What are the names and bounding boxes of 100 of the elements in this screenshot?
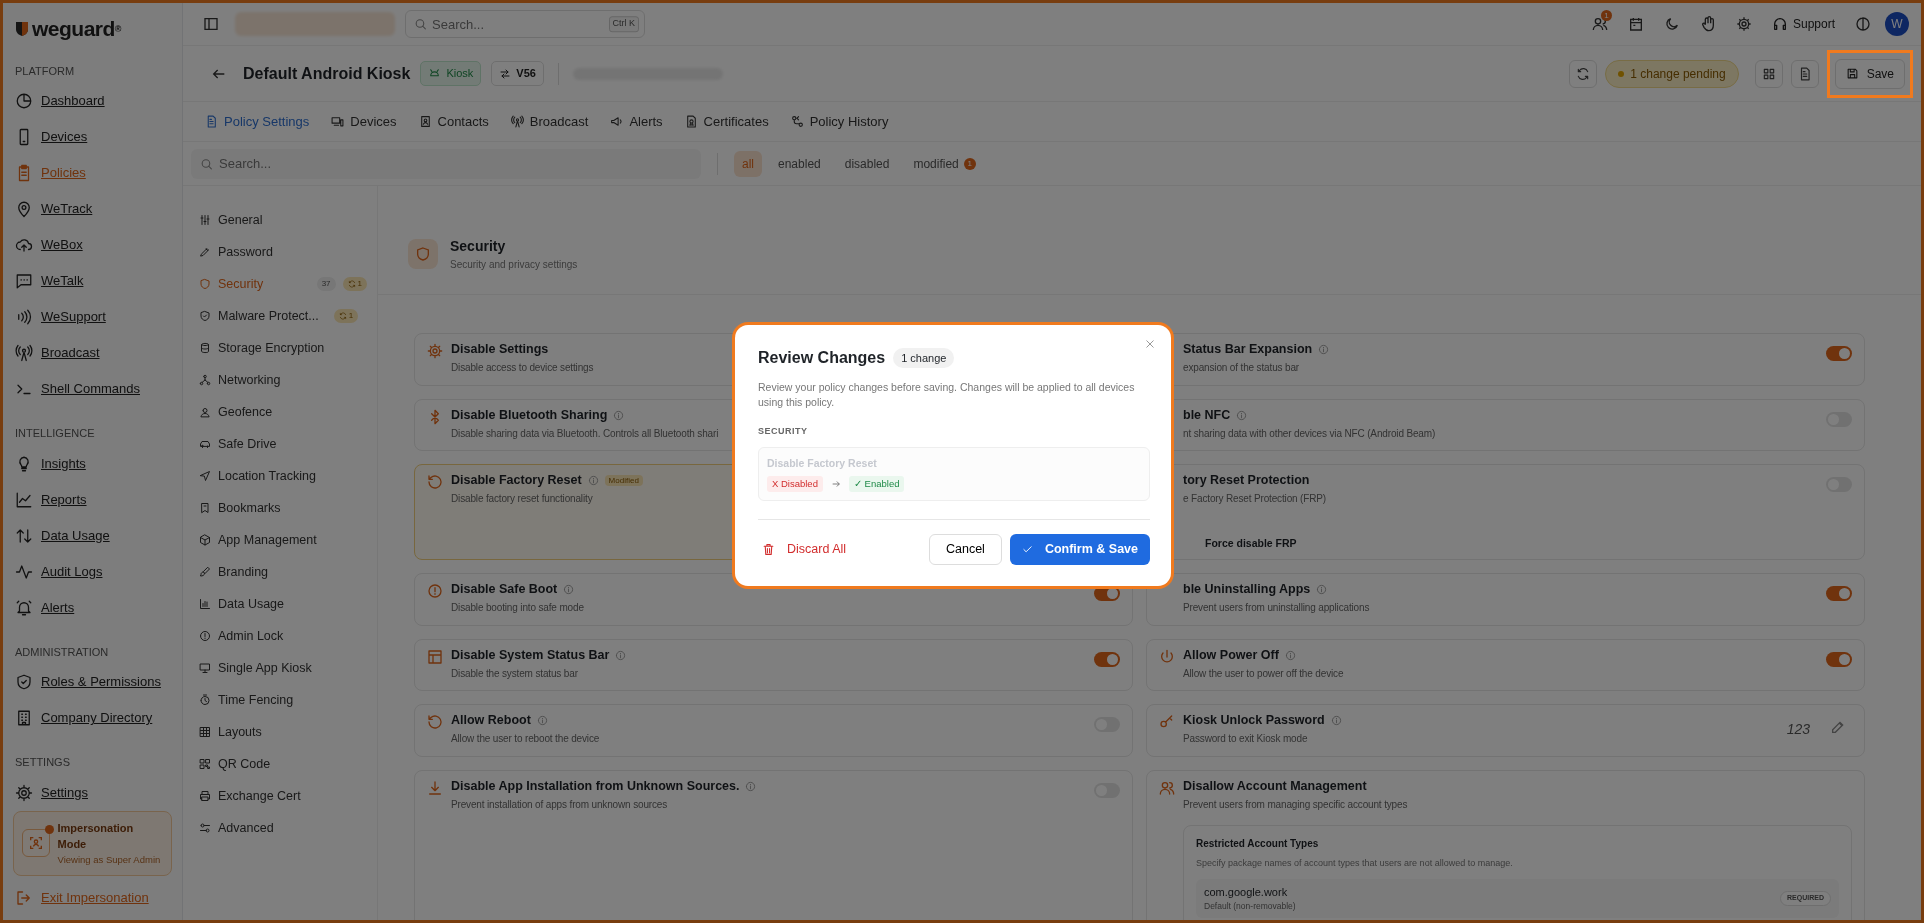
- settings-nav-item[interactable]: Security 37 1: [199, 268, 367, 300]
- modified-badge: Modified: [604, 474, 643, 487]
- history-icon: [790, 115, 804, 128]
- settings-nav-item[interactable]: Exchange Cert: [199, 780, 367, 812]
- building-icon: [15, 709, 33, 727]
- toggle-switch[interactable]: [1826, 586, 1852, 602]
- settings-nav-item[interactable]: Bookmarks: [199, 492, 367, 524]
- logo[interactable]: weguard$^{®}$: [11, 13, 174, 45]
- pending-changes-badge: 1 change pending: [1605, 59, 1739, 88]
- toggles-icon: [199, 822, 211, 834]
- settings-nav-item[interactable]: Branding: [199, 556, 367, 588]
- document-icon: [205, 115, 218, 128]
- search-icon: [200, 157, 213, 170]
- sidebar-item[interactable]: Shell Commands: [11, 371, 144, 407]
- settings-nav-item[interactable]: Time Fencing: [199, 684, 367, 716]
- grid-icon: [199, 726, 211, 738]
- section-heading: SETTINGS: [15, 755, 71, 770]
- sidebar-item[interactable]: WeTrack: [11, 191, 97, 227]
- settings-nav-item[interactable]: Networking: [199, 364, 367, 396]
- policy-title: Disable Settings: [451, 342, 549, 357]
- cancel-button[interactable]: Cancel: [929, 533, 1002, 565]
- filter-tab[interactable]: disabled: [836, 150, 898, 177]
- sidebar-item[interactable]: Alerts: [11, 589, 79, 626]
- refresh-button[interactable]: [1569, 59, 1598, 88]
- grid-button[interactable]: [1754, 59, 1783, 88]
- nav-label: Malware Protect...: [218, 307, 319, 325]
- settings-nav-item[interactable]: Storage Encryption: [199, 332, 367, 364]
- password-value: 123: [1786, 720, 1810, 740]
- nav-label: Storage Encryption: [218, 339, 325, 357]
- headset-icon: [1771, 16, 1788, 32]
- filter-tab[interactable]: modified 1: [905, 150, 984, 177]
- tab[interactable]: Devices: [331, 111, 397, 132]
- option-label: Force disable FRP: [1204, 535, 1298, 551]
- sidebar-item[interactable]: Policies: [11, 155, 90, 191]
- search-field[interactable]: Search...: [191, 148, 701, 179]
- sidebar-item[interactable]: Broadcast: [11, 335, 104, 371]
- tab[interactable]: Policy Settings: [205, 111, 310, 132]
- discard-all-button[interactable]: Discard All: [758, 535, 851, 563]
- sidebar-item[interactable]: Devices: [11, 119, 92, 155]
- logout-icon: [15, 889, 33, 907]
- settings-nav-item[interactable]: Safe Drive: [199, 428, 367, 460]
- settings-nav-item[interactable]: Advanced: [199, 812, 367, 844]
- sidebar-item[interactable]: Audit Logs: [11, 553, 107, 590]
- document-button[interactable]: [1790, 59, 1819, 88]
- sidebar-item[interactable]: WeTalk: [11, 263, 88, 299]
- policy-description: Disable factory reset functionality: [451, 492, 593, 506]
- settings-nav-item[interactable]: Geofence: [199, 396, 367, 428]
- close-icon[interactable]: [1144, 338, 1156, 350]
- toggle-switch[interactable]: [1826, 346, 1852, 361]
- nav-label: Time Fencing: [218, 691, 294, 709]
- sidebar-item[interactable]: WeBox: [11, 227, 87, 263]
- network-icon: [199, 374, 211, 386]
- sidebar-item[interactable]: Insights: [11, 445, 90, 482]
- users-icon: [1159, 779, 1175, 796]
- confirm-save-button[interactable]: Confirm & Save: [1009, 533, 1150, 565]
- count-badge: 37: [316, 277, 336, 291]
- section-heading: PLATFORM: [15, 63, 76, 79]
- support-button[interactable]: Support: [1765, 14, 1841, 34]
- users-button[interactable]: 1: [1585, 10, 1614, 38]
- sidebar-item[interactable]: Roles & Permissions: [11, 664, 165, 700]
- tab[interactable]: Contacts: [418, 111, 489, 132]
- settings-nav-item[interactable]: Malware Protect... 1: [199, 300, 367, 332]
- sidebar-item[interactable]: Reports: [11, 481, 91, 518]
- sidebar-item[interactable]: WeSupport: [11, 299, 110, 335]
- policy-description: Disable access to device settings: [451, 361, 594, 375]
- sidebar-item[interactable]: Company Directory: [11, 700, 157, 736]
- bar-chart-icon: [199, 598, 211, 610]
- nav-label: App Management: [218, 531, 317, 549]
- dialog-description: Review your policy changes before saving. Changes will be applied to all devices using this policy.: [758, 380, 1136, 410]
- exit-impersonation-link[interactable]: Exit Impersonation: [11, 876, 153, 920]
- policy-title: Disable Safe Boot: [451, 582, 558, 598]
- swap-icon: [499, 67, 512, 80]
- settings-nav-item[interactable]: App Management: [199, 524, 367, 556]
- policy-description: Prevent users from uninstalling applications: [1183, 601, 1370, 616]
- settings-nav-item[interactable]: Location Tracking: [199, 460, 367, 492]
- changes-badge: 1: [342, 277, 367, 291]
- monitor-icon: [199, 662, 211, 674]
- sidebar-item[interactable]: Settings: [11, 774, 92, 811]
- tab[interactable]: Broadcast: [510, 111, 589, 132]
- tab[interactable]: Policy History: [790, 111, 889, 132]
- bell-icon: [15, 598, 33, 617]
- settings-nav-item[interactable]: Admin Lock: [199, 620, 367, 652]
- toggle-switch[interactable]: [1094, 651, 1120, 667]
- settings-nav-item[interactable]: Password: [199, 236, 367, 268]
- sidebar-item[interactable]: Data Usage: [11, 517, 114, 554]
- download-icon: [427, 779, 443, 796]
- settings-nav-item[interactable]: Layouts: [199, 716, 367, 748]
- tab[interactable]: Alerts: [610, 111, 663, 132]
- sidebar-item[interactable]: Dashboard: [11, 83, 109, 119]
- toggle-switch[interactable]: [1826, 651, 1852, 667]
- section-heading: ADMINISTRATION: [15, 644, 110, 660]
- settings-nav-item[interactable]: Single App Kiosk: [199, 652, 367, 684]
- settings-nav-item[interactable]: General: [199, 204, 367, 236]
- settings-nav-item[interactable]: Data Usage: [199, 588, 367, 620]
- tab[interactable]: Certificates: [684, 111, 769, 132]
- settings-nav-item[interactable]: QR Code: [199, 748, 367, 780]
- avatar[interactable]: W: [1885, 12, 1909, 36]
- account-name: com.google.work: [1204, 884, 1289, 900]
- filter-tab[interactable]: enabled: [770, 150, 829, 177]
- save-button[interactable]: Save: [1834, 58, 1905, 89]
